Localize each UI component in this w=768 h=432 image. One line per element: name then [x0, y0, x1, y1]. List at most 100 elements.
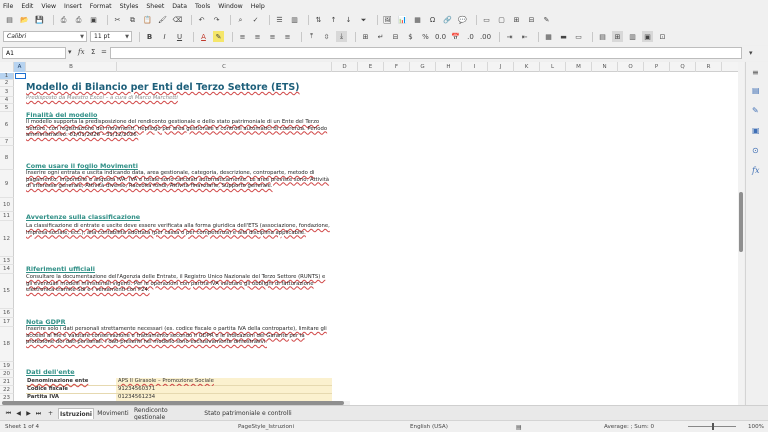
- print-preview-icon[interactable]: ▣: [88, 15, 99, 26]
- highlight-color-icon[interactable]: ✎: [213, 31, 224, 42]
- row-header[interactable]: 21: [0, 378, 14, 386]
- row-header[interactable]: 12: [0, 221, 14, 257]
- sum-icon[interactable]: Σ: [91, 48, 95, 56]
- open-folder-icon[interactable]: 📂: [19, 15, 30, 26]
- gallery-icon[interactable]: ▣: [752, 126, 760, 135]
- special-character-icon[interactable]: Ω: [427, 15, 438, 26]
- column-icon[interactable]: ▥: [289, 15, 300, 26]
- border-style-icon[interactable]: ▬: [558, 31, 569, 42]
- column-header[interactable]: R: [696, 62, 722, 72]
- align-top-icon[interactable]: ⤒: [306, 31, 317, 42]
- sheet-tab-rendiconto[interactable]: Rendiconto gestionale: [134, 407, 200, 421]
- menu-sheet[interactable]: Sheet: [146, 3, 164, 10]
- column-header[interactable]: D: [332, 62, 358, 72]
- entity-value[interactable]: APS Il Girasole – Promozione Sociale: [116, 378, 332, 385]
- section-heading-usage[interactable]: Come usare il foglio Movimenti: [26, 162, 138, 170]
- font-name-combo[interactable]: Calibri ▼: [3, 31, 87, 42]
- split-window-icon[interactable]: ⊟: [526, 15, 537, 26]
- row-header[interactable]: 5: [0, 104, 14, 112]
- first-sheet-icon[interactable]: ⏮: [4, 408, 13, 419]
- toggle-grid-icon[interactable]: ▥: [627, 31, 638, 42]
- comment-icon[interactable]: 💬: [457, 15, 468, 26]
- merge-cells-icon[interactable]: ⊞: [360, 31, 371, 42]
- column-header[interactable]: K: [514, 62, 540, 72]
- underline-icon[interactable]: U: [174, 31, 185, 42]
- column-header[interactable]: H: [436, 62, 462, 72]
- menu-window[interactable]: Window: [218, 3, 242, 10]
- borders-icon[interactable]: ▦: [543, 31, 554, 42]
- autofilter-icon[interactable]: ⏷: [358, 15, 369, 26]
- insert-chart-icon[interactable]: 📊: [397, 15, 408, 26]
- pivot-table-icon[interactable]: ▦: [412, 15, 423, 26]
- menu-styles[interactable]: Styles: [120, 3, 139, 10]
- section-text-usage[interactable]: Inserire ogni entrata e uscita indicando…: [26, 170, 331, 190]
- styles-icon[interactable]: ✎: [752, 106, 759, 115]
- language[interactable]: English (USA): [410, 424, 448, 430]
- formula-input[interactable]: [110, 47, 742, 59]
- row-header[interactable]: 13: [0, 257, 14, 265]
- vertical-scrollbar[interactable]: [738, 62, 744, 405]
- function-wizard-icon[interactable]: fx: [78, 48, 85, 56]
- name-box-dropdown-icon[interactable]: ▾: [68, 48, 72, 56]
- add-sheet-icon[interactable]: +: [46, 408, 55, 419]
- sidebar-menu-icon[interactable]: ≡: [752, 68, 759, 77]
- redo-icon[interactable]: ↷: [211, 15, 222, 26]
- column-header[interactable]: G: [410, 62, 436, 72]
- menu-view[interactable]: View: [41, 3, 56, 10]
- sheet-tab-stato-patrimoniale[interactable]: Stato patrimoniale e controlli: [204, 408, 292, 419]
- border-color-icon[interactable]: ▭: [573, 31, 584, 42]
- format-date-icon[interactable]: 📅: [450, 31, 461, 42]
- clone-formatting-icon[interactable]: 🖌: [157, 15, 168, 26]
- decrease-indent-icon[interactable]: ⇤: [519, 31, 530, 42]
- row-header[interactable]: 19: [0, 362, 14, 370]
- cut-icon[interactable]: ✂: [112, 15, 123, 26]
- row-header[interactable]: 6: [0, 112, 14, 138]
- entity-value[interactable]: 91234560371: [116, 386, 332, 393]
- paste-icon[interactable]: 📋: [142, 15, 153, 26]
- column-header[interactable]: B: [26, 62, 117, 72]
- document-title[interactable]: Modello di Bilancio per Enti del Terzo S…: [26, 82, 300, 93]
- print-icon[interactable]: ⎙: [73, 15, 84, 26]
- select-all-corner[interactable]: [0, 62, 14, 72]
- row-header[interactable]: 4: [0, 97, 14, 104]
- zoom-level[interactable]: 100%: [748, 424, 764, 430]
- row-header[interactable]: 1: [0, 73, 14, 80]
- menu-insert[interactable]: Insert: [64, 3, 82, 10]
- align-right-icon[interactable]: ≡: [267, 31, 278, 42]
- justify-icon[interactable]: ≡: [282, 31, 293, 42]
- menu-tools[interactable]: Tools: [195, 3, 210, 10]
- clear-formatting-icon[interactable]: ⌫: [172, 15, 183, 26]
- formula-icon[interactable]: =: [101, 48, 107, 56]
- row-header[interactable]: 16: [0, 309, 14, 318]
- row-header[interactable]: 3: [0, 87, 14, 97]
- row-header[interactable]: 15: [0, 274, 14, 309]
- column-header[interactable]: I: [462, 62, 488, 72]
- section-text-references[interactable]: Consultare la documentazione dell'Agenzi…: [26, 274, 331, 294]
- copy-icon[interactable]: ⧉: [127, 15, 138, 26]
- row-icon[interactable]: ☰: [274, 15, 285, 26]
- freeze-rows-columns-icon[interactable]: ⊞: [511, 15, 522, 26]
- wrap-text-icon[interactable]: ↵: [375, 31, 386, 42]
- row-header[interactable]: 18: [0, 327, 14, 362]
- spreadsheet-grid[interactable]: A B C D E F G H I J K L M N O P Q R 1 2 …: [0, 62, 744, 405]
- section-heading-purpose[interactable]: Finalità del modello: [26, 111, 97, 119]
- row-header[interactable]: 7: [0, 138, 14, 146]
- show-draw-functions-icon[interactable]: ✎: [541, 15, 552, 26]
- format-currency-icon[interactable]: $: [405, 31, 416, 42]
- show-grid-lines-icon[interactable]: ⊞: [612, 31, 623, 42]
- menu-help[interactable]: Help: [251, 3, 265, 10]
- column-header[interactable]: A: [14, 62, 26, 72]
- add-decimal-icon[interactable]: .0: [465, 31, 476, 42]
- sheet-tab-istruzioni[interactable]: Istruzioni: [58, 408, 94, 419]
- bold-icon[interactable]: B: [144, 31, 155, 42]
- document-subtitle[interactable]: Predisposto da Maestro Excel – a cura di…: [26, 95, 178, 101]
- format-number-icon[interactable]: 0.0: [435, 31, 446, 42]
- undo-icon[interactable]: ↶: [196, 15, 207, 26]
- export-pdf-icon[interactable]: ⎙: [58, 15, 69, 26]
- section-text-gdpr[interactable]: Inserire solo i dati personali strettame…: [26, 326, 331, 346]
- insert-image-icon[interactable]: 🖼: [382, 15, 393, 26]
- align-left-icon[interactable]: ≡: [237, 31, 248, 42]
- next-sheet-icon[interactable]: ▶: [24, 408, 33, 419]
- last-sheet-icon[interactable]: ⏭: [34, 408, 43, 419]
- menu-edit[interactable]: Edit: [21, 3, 33, 10]
